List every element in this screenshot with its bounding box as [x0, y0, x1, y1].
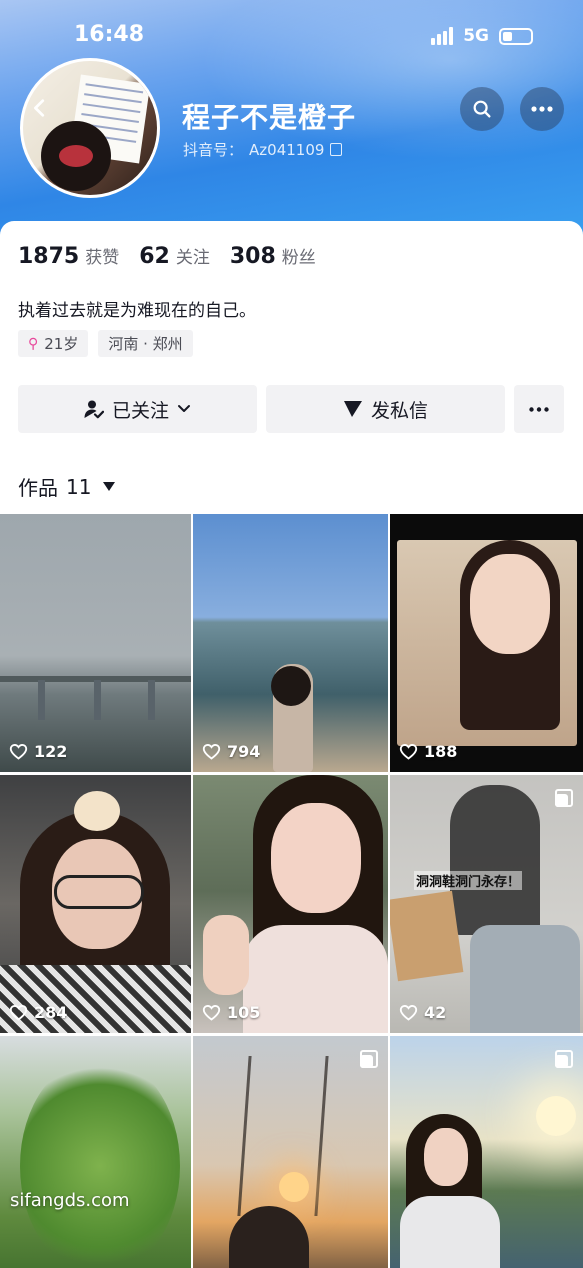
- like-count: 122: [9, 742, 67, 761]
- profile-id: 抖音号： Az041109: [183, 139, 343, 160]
- person-check-icon: [84, 400, 104, 419]
- works-grid: 122 794 188 284 105 洞洞鞋洞门永存！ 42 sifangds…: [0, 514, 583, 1268]
- more-button[interactable]: [520, 87, 564, 131]
- age-tag: ⚲ 21岁: [18, 330, 89, 357]
- work-item[interactable]: 794: [193, 514, 388, 772]
- like-count: 42: [399, 1003, 446, 1022]
- status-time: 16:48: [74, 22, 145, 47]
- location-tag: 河南 · 郑州: [98, 330, 193, 357]
- network-type: 5G: [463, 26, 489, 46]
- search-button[interactable]: [460, 87, 504, 131]
- copy-icon[interactable]: [330, 143, 343, 156]
- work-item[interactable]: [193, 1036, 388, 1268]
- stat-followers[interactable]: 308 粉丝: [230, 243, 316, 269]
- more-actions-button[interactable]: [514, 385, 564, 433]
- work-item[interactable]: 洞洞鞋洞门永存！ 42: [390, 775, 583, 1033]
- follow-button[interactable]: 已关注: [18, 385, 257, 433]
- signal-icon: [431, 27, 454, 45]
- age-tag-label: 21岁: [44, 335, 79, 353]
- profile-name: 程子不是橙子: [182, 101, 357, 134]
- female-symbol-icon: ⚲: [28, 335, 39, 352]
- chevron-down-icon: [178, 405, 190, 412]
- profile-id-value: Az041109: [249, 140, 325, 159]
- heart-outline-icon: [202, 744, 221, 760]
- heart-outline-icon: [399, 1005, 418, 1021]
- work-item[interactable]: [390, 1036, 583, 1268]
- works-tab-label: 作品: [18, 476, 58, 500]
- stat-followers-value: 308: [229, 244, 276, 269]
- send-plane-icon: [343, 401, 362, 417]
- work-item[interactable]: 105: [193, 775, 388, 1033]
- stat-following-value: 62: [139, 244, 170, 269]
- dropdown-arrow-icon: [103, 482, 116, 491]
- watermark: sifangds.com: [10, 1190, 130, 1211]
- status-icons: 5G: [431, 26, 533, 46]
- like-count: 284: [9, 1003, 67, 1022]
- stat-followers-label: 粉丝: [281, 248, 316, 268]
- stat-likes-label: 获赞: [85, 248, 120, 268]
- back-arrow-icon: [34, 99, 45, 117]
- location-tag-label: 河南 · 郑州: [108, 335, 183, 353]
- like-count: 188: [399, 742, 457, 761]
- stat-likes[interactable]: 1875 获赞: [18, 243, 119, 269]
- stat-following[interactable]: 62 关注: [139, 243, 210, 269]
- more-dots-icon: [529, 406, 549, 412]
- battery-icon: [499, 27, 533, 45]
- multi-image-icon: [360, 1050, 378, 1068]
- profile-bio: 执着过去就是为难现在的自己。: [18, 301, 256, 321]
- work-item[interactable]: 284: [0, 775, 191, 1033]
- profile-sheet: 1875 获赞 62 关注 308 粉丝 执着过去就是为难现在的自己。 ⚲ 21…: [0, 221, 583, 1268]
- stat-following-label: 关注: [175, 248, 210, 268]
- message-button[interactable]: 发私信: [266, 385, 505, 433]
- like-count: 105: [202, 1003, 260, 1022]
- profile-tags: ⚲ 21岁 河南 · 郑州: [18, 330, 193, 357]
- search-icon: [473, 100, 491, 118]
- heart-outline-icon: [399, 744, 418, 760]
- stat-likes-value: 1875: [18, 244, 80, 269]
- work-overlay-text: 洞洞鞋洞门永存！: [414, 871, 523, 890]
- works-count: 11: [66, 474, 92, 499]
- work-item[interactable]: 122: [0, 514, 191, 772]
- more-dots-icon: [531, 106, 553, 112]
- message-button-label: 发私信: [370, 399, 428, 422]
- stats-row: 1875 获赞 62 关注 308 粉丝: [18, 243, 316, 269]
- works-tab[interactable]: 作品 11: [18, 472, 116, 501]
- action-buttons: 已关注 发私信: [18, 385, 564, 433]
- profile-header: 16:48 5G 程子不是橙子 抖音号： Az041109: [0, 0, 583, 240]
- multi-image-icon: [555, 789, 573, 807]
- heart-outline-icon: [9, 744, 28, 760]
- work-item[interactable]: 188: [390, 514, 583, 772]
- follow-button-label: 已关注: [111, 399, 169, 422]
- profile-id-label: 抖音号：: [183, 141, 244, 159]
- like-count: 794: [202, 742, 260, 761]
- heart-outline-icon: [9, 1005, 28, 1021]
- work-item[interactable]: sifangds.com: [0, 1036, 191, 1268]
- back-button[interactable]: [20, 86, 60, 130]
- heart-outline-icon: [202, 1005, 221, 1021]
- multi-image-icon: [555, 1050, 573, 1068]
